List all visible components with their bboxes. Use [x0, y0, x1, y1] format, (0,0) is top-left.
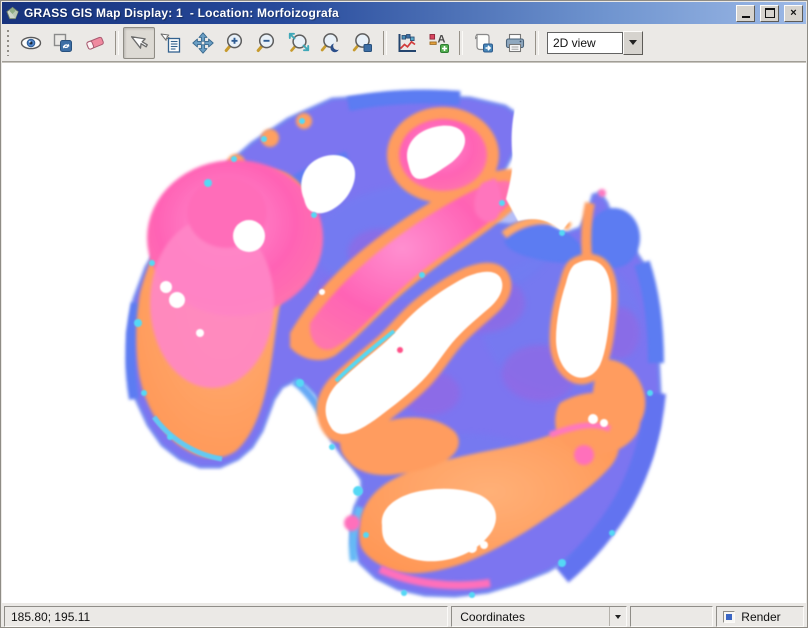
chevron-down-icon [629, 40, 637, 45]
cursor-list-icon [160, 33, 181, 53]
zoom-rectangle-button[interactable] [283, 27, 315, 59]
chart-profile-icon [398, 33, 416, 52]
magnifier-minus-icon [256, 32, 275, 52]
maximize-icon [764, 8, 775, 18]
close-button[interactable]: × [784, 4, 803, 22]
minimize-icon [741, 15, 750, 18]
svg-text:A: A [438, 33, 446, 45]
render-panel: Render [716, 606, 804, 627]
statusbar-mode-select[interactable]: Coordinates [451, 606, 627, 627]
magnifier-moon-icon [320, 32, 342, 52]
analyze-button[interactable] [391, 27, 423, 59]
map-toolbar: A 2D view [2, 24, 806, 62]
eye-icon [20, 36, 42, 49]
view-mode-value[interactable]: 2D view [547, 31, 623, 54]
coordinate-value: 185.80; 195.11 [11, 609, 91, 624]
minimize-button[interactable] [736, 4, 755, 22]
view-mode-dropdown-button[interactable] [623, 30, 643, 55]
toolbar-grip-handle[interactable] [5, 29, 12, 56]
pointer-button[interactable] [123, 26, 155, 59]
map-canvas[interactable] [2, 62, 806, 603]
display-map-button[interactable] [15, 27, 47, 59]
statusbar: 185.80; 195.11 Coordinates Render [2, 603, 806, 629]
refresh-squares-icon [53, 33, 72, 52]
print-display-button[interactable] [499, 27, 531, 59]
chevron-down-icon [614, 614, 621, 619]
pan-arrows-icon [192, 31, 214, 54]
map-raster [125, 89, 666, 598]
close-icon: × [790, 7, 797, 19]
eraser-icon [86, 36, 104, 50]
view-mode-select[interactable]: 2D view [547, 30, 643, 55]
page-export-icon [474, 33, 493, 52]
render-map-button[interactable] [47, 27, 79, 59]
magnifier-arrows-icon [288, 32, 310, 52]
pan-button[interactable] [187, 27, 219, 59]
coordinate-display: 185.80; 195.11 [4, 606, 449, 627]
statusbar-mode-value[interactable]: Coordinates [452, 610, 608, 624]
toolbar-separator [535, 30, 539, 55]
grass-map-display-window: GRASS GIS Map Display: 1 - Location: Mor… [0, 0, 808, 628]
progress-panel [629, 606, 714, 627]
magnifier-plus-icon [224, 32, 243, 52]
window-title: GRASS GIS Map Display: 1 - Location: Mor… [24, 6, 339, 20]
grass-gis-gem-icon [5, 6, 20, 21]
zoom-back-button[interactable] [315, 27, 347, 59]
toolbar-separator [459, 30, 463, 55]
legend-a-plus-icon: A [429, 33, 449, 53]
zoom-in-button[interactable] [219, 27, 251, 59]
toolbar-separator [383, 30, 387, 55]
printer-icon [505, 33, 525, 52]
toolbar-separator [115, 30, 119, 55]
window-titlebar: GRASS GIS Map Display: 1 - Location: Mor… [2, 2, 806, 24]
maximize-button[interactable] [760, 4, 779, 22]
add-overlay-button[interactable]: A [423, 27, 455, 59]
erase-display-button[interactable] [79, 27, 111, 59]
statusbar-mode-dropdown-button[interactable] [608, 607, 626, 626]
save-display-button[interactable] [467, 27, 499, 59]
render-label: Render [741, 609, 781, 624]
zoom-out-button[interactable] [251, 27, 283, 59]
zoom-region-button[interactable] [347, 27, 379, 59]
render-checkbox[interactable] [723, 610, 736, 623]
cursor-arrow-icon [130, 35, 148, 49]
checkbox-mark-icon [726, 613, 733, 620]
query-button[interactable] [155, 27, 187, 59]
magnifier-square-icon [352, 32, 372, 52]
